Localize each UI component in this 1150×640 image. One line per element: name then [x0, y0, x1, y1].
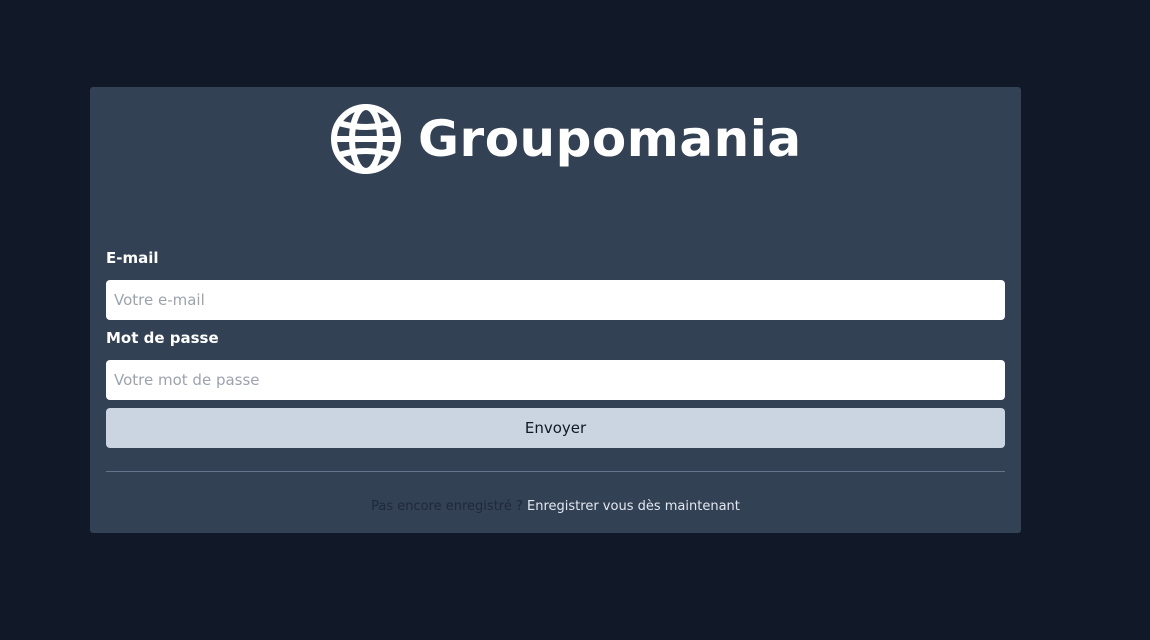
brand-logo: Groupomania: [330, 103, 802, 175]
login-card: Groupomania E-mail Mot de passe Envoyer …: [90, 87, 1021, 533]
password-field[interactable]: [106, 360, 1005, 400]
password-label: Mot de passe: [106, 329, 219, 347]
register-link[interactable]: Enregistrer vous dès maintenant: [527, 499, 740, 514]
register-prompt-text: Pas encore enregistré ?: [371, 499, 523, 514]
register-prompt: Pas encore enregistré ? Enregistrer vous…: [90, 499, 1021, 514]
email-field[interactable]: [106, 280, 1005, 320]
submit-button[interactable]: Envoyer: [106, 408, 1005, 448]
divider: [106, 471, 1005, 472]
brand-name: Groupomania: [418, 110, 802, 168]
globe-icon: [330, 103, 402, 175]
email-label: E-mail: [106, 249, 159, 267]
